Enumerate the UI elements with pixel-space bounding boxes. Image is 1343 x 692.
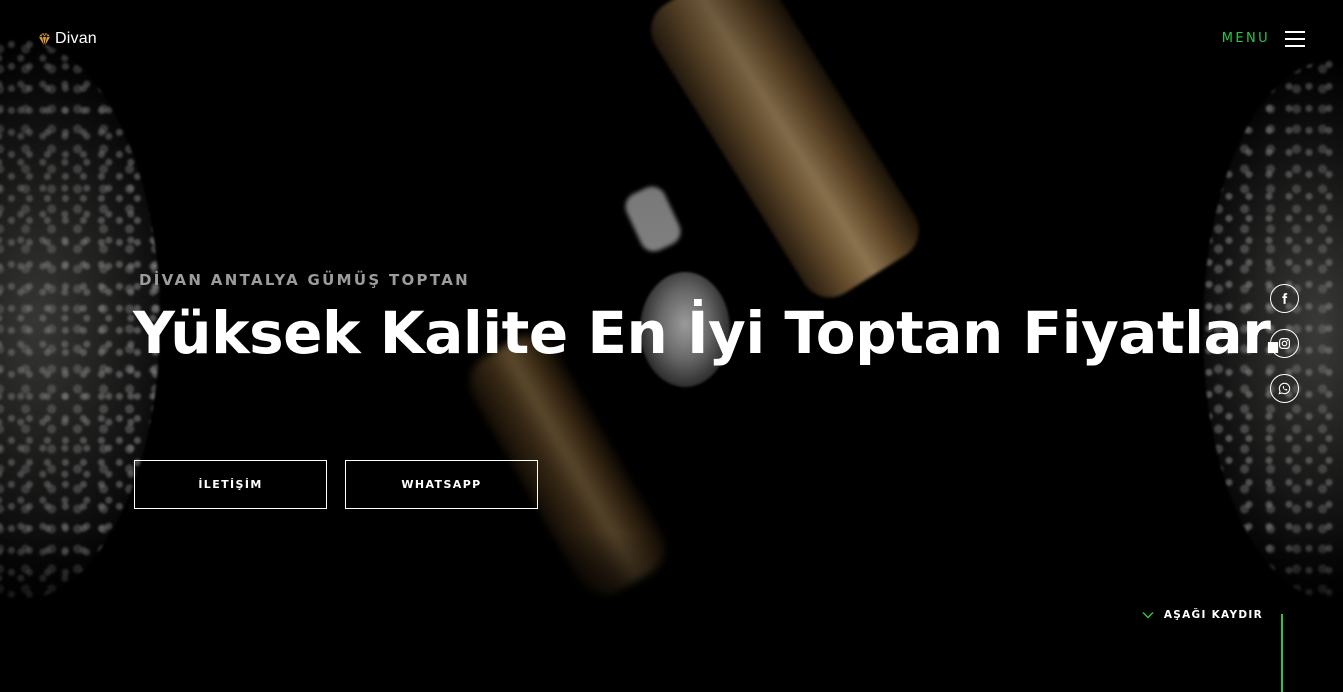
facebook-icon	[1282, 293, 1288, 304]
menu-button[interactable]: MENU	[1222, 29, 1305, 47]
scroll-down-label: AŞAĞI KAYDIR	[1163, 609, 1263, 621]
facebook-link[interactable]	[1270, 284, 1299, 313]
scroll-down-link[interactable]: AŞAĞI KAYDIR	[1142, 609, 1263, 621]
menu-label: MENU	[1221, 30, 1270, 46]
diamond-logo-icon	[37, 32, 52, 47]
whatsapp-link[interactable]	[1270, 374, 1299, 403]
logo-link[interactable]: Divan	[37, 30, 97, 48]
whatsapp-button[interactable]: WHATSAPP	[345, 460, 538, 509]
hamburger-icon	[1285, 29, 1305, 47]
scroll-indicator-line	[1281, 614, 1283, 692]
whatsapp-icon	[1278, 382, 1291, 395]
hero-section: Divan MENU DİVAN ANTALYA GÜMÜŞ TOPTAN Yü…	[0, 0, 1343, 692]
instagram-icon	[1279, 338, 1290, 349]
hero-eyebrow: DİVAN ANTALYA GÜMÜŞ TOPTAN	[139, 271, 470, 289]
chevron-down-icon	[1142, 611, 1154, 619]
social-links	[1270, 284, 1299, 403]
hero-headline: Yüksek Kalite En İyi Toptan Fiyatlar.	[133, 299, 1284, 367]
logo-text: Divan	[55, 30, 97, 47]
instagram-link[interactable]	[1270, 329, 1299, 358]
contact-button[interactable]: İLETİŞİM	[134, 460, 327, 509]
